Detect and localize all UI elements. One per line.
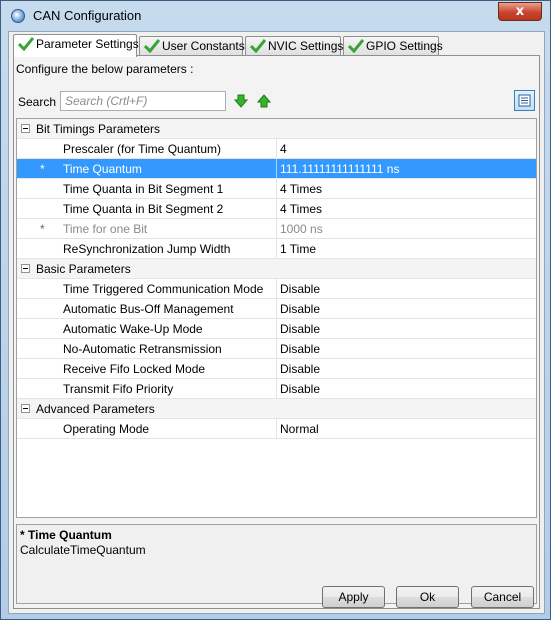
param-row-transmit-fifo-priority[interactable]: Transmit Fifo Priority Disable xyxy=(17,379,536,399)
tab-user-constants[interactable]: User Constants xyxy=(139,36,245,56)
param-name: Time Quantum xyxy=(63,162,142,176)
param-name: Time for one Bit xyxy=(63,222,148,236)
param-row-time-quantum[interactable]: * Time Quantum 111.11111111111111 ns xyxy=(17,159,536,179)
title-bar[interactable]: CAN Configuration x xyxy=(1,1,550,31)
tab-label: Parameter Settings xyxy=(36,37,139,51)
description-title: * Time Quantum xyxy=(20,528,112,542)
configure-label: Configure the below parameters : xyxy=(16,62,194,76)
param-row-wake-up[interactable]: Automatic Wake-Up Mode Disable xyxy=(17,319,536,339)
tab-parameter-settings[interactable]: Parameter Settings xyxy=(13,34,139,57)
description-body: CalculateTimeQuantum xyxy=(20,543,146,557)
group-label: Basic Parameters xyxy=(36,262,131,276)
cancel-button[interactable]: Cancel xyxy=(471,586,534,608)
param-value[interactable]: Disable xyxy=(276,379,536,398)
param-row-bit-segment-1[interactable]: Time Quanta in Bit Segment 1 4 Times xyxy=(17,179,536,199)
tab-label: GPIO Settings xyxy=(366,39,443,53)
parameter-tree: Bit Timings Parameters Prescaler (for Ti… xyxy=(16,118,537,518)
param-value[interactable]: 1 Time xyxy=(276,239,536,258)
group-basic-parameters[interactable]: Basic Parameters xyxy=(17,259,536,279)
collapse-icon[interactable] xyxy=(21,124,30,133)
ok-button[interactable]: Ok xyxy=(396,586,459,608)
tab-gpio-settings[interactable]: GPIO Settings xyxy=(343,36,443,56)
param-value[interactable]: Disable xyxy=(276,279,536,298)
tab-label: NVIC Settings xyxy=(268,39,344,53)
param-row-bit-segment-2[interactable]: Time Quanta in Bit Segment 2 4 Times xyxy=(17,199,536,219)
dialog-client: Parameter Settings User Constants NVIC S… xyxy=(8,31,545,614)
param-row-operating-mode[interactable]: Operating Mode Normal xyxy=(17,419,536,439)
window-title: CAN Configuration xyxy=(33,8,142,23)
param-value[interactable]: 111.11111111111111 ns xyxy=(276,159,536,178)
check-icon xyxy=(18,37,34,51)
param-name: ReSynchronization Jump Width xyxy=(63,242,231,256)
search-label: Search : xyxy=(18,95,63,109)
param-value[interactable]: Disable xyxy=(276,319,536,338)
search-input[interactable] xyxy=(60,91,226,111)
param-name: Time Quanta in Bit Segment 2 xyxy=(63,202,224,216)
apply-button[interactable]: Apply xyxy=(322,586,385,608)
param-row-time-for-one-bit[interactable]: * Time for one Bit 1000 ns xyxy=(17,219,536,239)
param-row-receive-fifo-locked[interactable]: Receive Fifo Locked Mode Disable xyxy=(17,359,536,379)
param-row-no-auto-retransmission[interactable]: No-Automatic Retransmission Disable xyxy=(17,339,536,359)
star-marker: * xyxy=(40,162,45,176)
param-row-time-triggered[interactable]: Time Triggered Communication Mode Disabl… xyxy=(17,279,536,299)
group-label: Advanced Parameters xyxy=(36,402,155,416)
param-name: Automatic Bus-Off Management xyxy=(63,302,234,316)
param-value[interactable]: 4 xyxy=(276,139,536,158)
param-name: No-Automatic Retransmission xyxy=(63,342,222,356)
param-row-prescaler[interactable]: Prescaler (for Time Quantum) 4 xyxy=(17,139,536,159)
tab-label: User Constants xyxy=(162,39,245,53)
check-icon xyxy=(250,39,266,53)
param-value[interactable]: 4 Times xyxy=(276,199,536,218)
list-view-icon xyxy=(518,94,531,107)
param-row-bus-off[interactable]: Automatic Bus-Off Management Disable xyxy=(17,299,536,319)
arrow-down-icon[interactable] xyxy=(234,94,248,108)
param-name: Operating Mode xyxy=(63,422,150,436)
group-advanced-parameters[interactable]: Advanced Parameters xyxy=(17,399,536,419)
check-icon xyxy=(144,39,160,53)
param-name: Prescaler (for Time Quantum) xyxy=(63,142,222,156)
param-value: 1000 ns xyxy=(276,219,536,238)
param-value[interactable]: 4 Times xyxy=(276,179,536,198)
param-name: Time Triggered Communication Mode xyxy=(63,282,264,296)
param-value[interactable]: Normal xyxy=(276,419,536,438)
param-name: Time Quanta in Bit Segment 1 xyxy=(63,182,224,196)
check-icon xyxy=(348,39,364,53)
param-value[interactable]: Disable xyxy=(276,339,536,358)
parameter-settings-panel: Configure the below parameters : Search … xyxy=(13,55,540,609)
tab-nvic-settings[interactable]: NVIC Settings xyxy=(245,36,344,56)
param-name: Automatic Wake-Up Mode xyxy=(63,322,203,336)
collapse-icon[interactable] xyxy=(21,264,30,273)
param-row-resync-jump-width[interactable]: ReSynchronization Jump Width 1 Time xyxy=(17,239,536,259)
group-bit-timings[interactable]: Bit Timings Parameters xyxy=(17,119,536,139)
close-button[interactable]: x xyxy=(498,2,542,21)
param-name: Receive Fifo Locked Mode xyxy=(63,362,206,376)
app-icon xyxy=(11,9,25,23)
param-value[interactable]: Disable xyxy=(276,299,536,318)
param-name: Transmit Fifo Priority xyxy=(63,382,174,396)
arrow-up-icon[interactable] xyxy=(257,94,271,108)
star-marker: * xyxy=(40,222,45,236)
list-view-button[interactable] xyxy=(514,90,535,111)
collapse-icon[interactable] xyxy=(21,404,30,413)
can-configuration-window: CAN Configuration x Parameter Settings U… xyxy=(0,0,551,620)
group-label: Bit Timings Parameters xyxy=(36,122,161,136)
param-value[interactable]: Disable xyxy=(276,359,536,378)
